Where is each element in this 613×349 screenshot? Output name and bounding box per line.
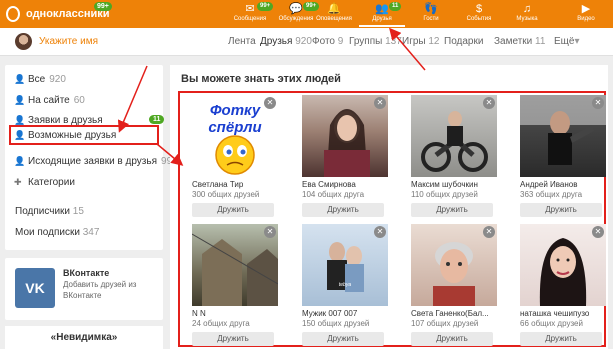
photo-caption-line1: Фотку bbox=[210, 102, 261, 119]
add-person-icon: 👤 bbox=[14, 114, 26, 125]
requests-badge: 11 bbox=[149, 115, 165, 124]
profile-name-link[interactable]: Укажите имя bbox=[39, 36, 98, 47]
nav-events[interactable]: $ События bbox=[456, 3, 502, 27]
add-friend-button[interactable]: Дружить bbox=[302, 203, 384, 217]
sidebar-item-all[interactable]: 👤 Все 920 bbox=[14, 71, 66, 87]
messages-badge: 99+ bbox=[257, 2, 274, 11]
nav-music[interactable]: ♫ Музыка bbox=[504, 3, 550, 27]
nav-messages[interactable]: ✉ Сообщения 99+ bbox=[227, 2, 274, 27]
add-friend-button[interactable]: Дружить bbox=[520, 332, 602, 346]
invisible-title: «Невидимка» bbox=[50, 332, 118, 343]
close-icon[interactable]: ✕ bbox=[374, 97, 386, 109]
categories-icon: ✚ bbox=[14, 176, 22, 187]
add-friend-button[interactable]: Дружить bbox=[520, 203, 602, 217]
tab-feed[interactable]: Лента bbox=[228, 36, 256, 47]
tab-friends[interactable]: Друзья 920 bbox=[260, 36, 312, 47]
add-friend-button[interactable]: Дружить bbox=[411, 332, 493, 346]
close-icon[interactable]: ✕ bbox=[374, 226, 386, 238]
site-logo[interactable]: одноклассники 99+ bbox=[6, 2, 112, 22]
possible-friends-icon: 👤 bbox=[14, 129, 26, 140]
nav-video[interactable]: ▶ Видео bbox=[563, 3, 609, 27]
close-icon[interactable]: ✕ bbox=[592, 226, 604, 238]
brand-badge: 99+ bbox=[94, 2, 112, 11]
outgoing-request-icon: 👤 bbox=[14, 155, 26, 166]
close-icon[interactable]: ✕ bbox=[592, 97, 604, 109]
chevron-down-icon: ▾ bbox=[574, 36, 580, 47]
tab-gifts[interactable]: Подарки bbox=[444, 36, 483, 47]
ok-logo-icon bbox=[6, 6, 20, 22]
tab-games[interactable]: Игры 12 bbox=[402, 36, 440, 47]
vk-logo-icon: VK bbox=[15, 268, 55, 308]
vk-description: Добавить друзей из ВКонтакте bbox=[63, 280, 137, 300]
bell-icon: 🔔 bbox=[327, 3, 341, 15]
nav-guests[interactable]: 👣 Гости bbox=[408, 3, 454, 27]
sidebar-item-categories[interactable]: ✚ Категории bbox=[14, 174, 75, 190]
close-icon[interactable]: ✕ bbox=[264, 226, 276, 238]
people-icon: 👤 bbox=[14, 73, 26, 84]
profile-bar: Укажите имя Лента Друзья 920 Фото 9 Груп… bbox=[0, 28, 613, 56]
nav-notifications[interactable]: 🔔 Оповещения bbox=[311, 3, 357, 27]
music-icon: ♫ bbox=[522, 3, 532, 15]
add-friend-button[interactable]: Дружить bbox=[192, 332, 274, 346]
avatar[interactable] bbox=[15, 33, 32, 50]
online-icon: 👤 bbox=[14, 94, 26, 105]
add-friend-button[interactable]: Дружить bbox=[302, 332, 384, 346]
video-icon: ▶ bbox=[581, 3, 591, 15]
tab-groups[interactable]: Группы 137 bbox=[349, 36, 402, 47]
tab-notes[interactable]: Заметки 11 bbox=[494, 36, 545, 47]
tab-more[interactable]: Ещё▾ bbox=[554, 36, 580, 47]
photo-caption-line2: спёрли bbox=[208, 119, 261, 136]
top-navigation-bar: одноклассники 99+ ✉ Сообщения 99+ 💬 Обсу… bbox=[0, 0, 613, 28]
vk-import-panel[interactable]: VK ВКонтакте Добавить друзей из ВКонтакт… bbox=[5, 258, 163, 320]
tab-photos[interactable]: Фото 9 bbox=[312, 36, 343, 47]
close-icon[interactable]: ✕ bbox=[264, 97, 276, 109]
add-friend-button[interactable]: Дружить bbox=[411, 203, 493, 217]
sidebar-item-online[interactable]: 👤 На сайте 60 bbox=[14, 92, 85, 108]
my-subscriptions-link[interactable]: Мои подписки 347 bbox=[15, 227, 99, 238]
sidebar-item-outgoing[interactable]: 👤 Исходящие заявки в друзья99+ bbox=[14, 153, 178, 169]
close-icon[interactable]: ✕ bbox=[483, 226, 495, 238]
friends-badge: 11 bbox=[389, 2, 402, 11]
footsteps-icon: 👣 bbox=[424, 3, 438, 15]
page-title: Вы можете знать этих людей bbox=[181, 73, 341, 85]
subscribers-link[interactable]: Подписчики 15 bbox=[15, 206, 84, 217]
nav-friends[interactable]: 👥 Друзья 11 bbox=[359, 2, 405, 27]
invisible-panel[interactable]: «Невидимка» bbox=[5, 326, 163, 349]
sidebar-item-possible-friends[interactable]: 👤 Возможные друзья bbox=[14, 127, 116, 143]
friends-sidebar: 👤 Все 920 👤 На сайте 60 👤 Заявки в друзья … bbox=[5, 65, 178, 250]
events-icon: $ bbox=[475, 3, 483, 15]
possible-friends-panel: Вы можете знать этих людей Фотку спёрли … bbox=[170, 65, 608, 349]
svg-text:tebya: tebya bbox=[339, 282, 351, 288]
vk-title: ВКонтакте bbox=[63, 268, 110, 278]
add-friend-button[interactable]: Дружить bbox=[192, 203, 274, 217]
close-icon[interactable]: ✕ bbox=[483, 97, 495, 109]
